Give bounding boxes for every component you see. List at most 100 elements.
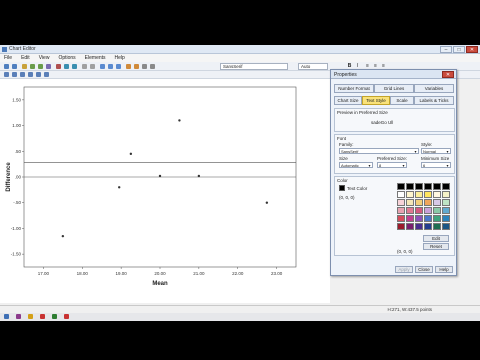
color-swatch-0[interactable] xyxy=(397,183,405,190)
reference-line-icon[interactable] xyxy=(100,64,105,69)
color-swatch-21[interactable] xyxy=(424,207,432,214)
chart-type-icon[interactable] xyxy=(4,72,9,77)
menu-options[interactable]: Options xyxy=(58,55,75,61)
undo-icon[interactable] xyxy=(4,64,9,69)
chrome-icon[interactable] xyxy=(64,314,69,319)
yaxis-icon[interactable] xyxy=(38,64,43,69)
color-swatch-1[interactable] xyxy=(406,183,414,190)
color-swatch-15[interactable] xyxy=(424,199,432,206)
color-swatch-16[interactable] xyxy=(433,199,441,206)
bar-chart-icon[interactable] xyxy=(12,72,17,77)
color-swatch-3[interactable] xyxy=(424,183,432,190)
color-swatch-23[interactable] xyxy=(442,207,450,214)
xaxis-icon[interactable] xyxy=(30,64,35,69)
properties-icon[interactable] xyxy=(142,64,147,69)
tab-scale[interactable]: Scale xyxy=(390,96,414,105)
color-swatch-12[interactable] xyxy=(397,199,405,206)
color-swatch-17[interactable] xyxy=(442,199,450,206)
close-dialog-button[interactable]: Close xyxy=(415,266,433,273)
scatter-chart-icon[interactable] xyxy=(44,72,49,77)
redo-icon[interactable] xyxy=(12,64,17,69)
area-chart-icon[interactable] xyxy=(28,72,33,77)
tab-grid-lines[interactable]: Grid Lines xyxy=(374,84,414,93)
menu-file[interactable]: File xyxy=(4,55,12,61)
color-swatch-5[interactable] xyxy=(442,183,450,190)
line-chart-icon[interactable] xyxy=(20,72,25,77)
transpose-icon[interactable] xyxy=(126,64,131,69)
tab-number-format[interactable]: Number Format xyxy=(334,84,374,93)
title-icon[interactable] xyxy=(72,64,77,69)
color-swatch-20[interactable] xyxy=(415,207,423,214)
color-swatch-24[interactable] xyxy=(397,215,405,222)
maximize-button[interactable]: □ xyxy=(453,46,465,53)
color-swatch-8[interactable] xyxy=(415,191,423,198)
color-swatch-19[interactable] xyxy=(406,207,414,214)
color-swatch-9[interactable] xyxy=(424,191,432,198)
font-family-select[interactable]: SansSerif xyxy=(220,63,288,70)
chart-canvas[interactable]: 17.00 18.00 19.00 20.00 21.00 22.00 23.00 1.50 1… xyxy=(0,79,330,303)
scale-icon[interactable] xyxy=(46,64,51,69)
folder-icon[interactable] xyxy=(28,314,33,319)
size-value: Automatic xyxy=(341,163,359,168)
start-icon[interactable] xyxy=(4,314,9,319)
close-button[interactable]: ✕ xyxy=(466,46,478,53)
edit-color-button[interactable]: Edit xyxy=(423,235,449,242)
apply-button[interactable]: Apply xyxy=(395,266,413,273)
hide-icon[interactable] xyxy=(150,64,155,69)
minimum-size-select[interactable]: 6 ▾ xyxy=(421,162,451,168)
textbox-icon[interactable] xyxy=(82,64,87,69)
color-swatch-29[interactable] xyxy=(442,215,450,222)
data-labels-icon[interactable] xyxy=(56,64,61,69)
color-swatch-13[interactable] xyxy=(406,199,414,206)
status-info: H:271, W:437.5 points xyxy=(387,307,432,312)
menu-edit[interactable]: Edit xyxy=(21,55,30,61)
color-swatch-22[interactable] xyxy=(433,207,441,214)
reset-color-button[interactable]: Reset xyxy=(423,243,449,250)
menu-help[interactable]: Help xyxy=(115,55,125,61)
minimize-button[interactable]: – xyxy=(440,46,452,53)
color-swatch-35[interactable] xyxy=(442,223,450,230)
tab-text-style[interactable]: Text Style xyxy=(362,96,390,105)
excel-icon[interactable] xyxy=(52,314,57,319)
color-palette[interactable] xyxy=(397,183,450,230)
color-swatch-32[interactable] xyxy=(415,223,423,230)
tab-variables[interactable]: Variables xyxy=(414,84,454,93)
color-swatch-27[interactable] xyxy=(424,215,432,222)
legend-icon[interactable] xyxy=(64,64,69,69)
menu-elements[interactable]: Elements xyxy=(85,55,106,61)
color-swatch-2[interactable] xyxy=(415,183,423,190)
size-select[interactable]: Automatic ▾ xyxy=(339,162,373,168)
explode-icon[interactable] xyxy=(134,64,139,69)
color-swatch-26[interactable] xyxy=(415,215,423,222)
color-swatch-31[interactable] xyxy=(406,223,414,230)
pie-chart-icon[interactable] xyxy=(36,72,41,77)
spss-icon[interactable] xyxy=(40,314,45,319)
tab-labels-ticks[interactable]: Labels & Ticks xyxy=(414,96,454,105)
family-select[interactable]: SansSerif ▾ xyxy=(339,148,419,154)
style-select[interactable]: Normal ▾ xyxy=(421,148,451,154)
color-swatch-18[interactable] xyxy=(397,207,405,214)
vs-icon[interactable] xyxy=(16,314,21,319)
color-swatch-4[interactable] xyxy=(433,183,441,190)
color-swatch-10[interactable] xyxy=(433,191,441,198)
color-swatch-28[interactable] xyxy=(433,215,441,222)
fit-line-icon[interactable] xyxy=(108,64,113,69)
color-swatch-11[interactable] xyxy=(442,191,450,198)
preferred-size-select[interactable]: 8 ▾ xyxy=(377,162,407,168)
font-size-select[interactable]: Auto xyxy=(298,63,328,70)
color-swatch-14[interactable] xyxy=(415,199,423,206)
menu-view[interactable]: View xyxy=(39,55,50,61)
text-color-swatch[interactable] xyxy=(339,185,345,191)
interpolation-line-icon[interactable] xyxy=(116,64,121,69)
tab-chart-size[interactable]: Chart Size xyxy=(334,96,362,105)
color-swatch-34[interactable] xyxy=(433,223,441,230)
color-swatch-25[interactable] xyxy=(406,215,414,222)
color-swatch-6[interactable] xyxy=(397,191,405,198)
color-swatch-30[interactable] xyxy=(397,223,405,230)
properties-close-button[interactable]: ✕ xyxy=(442,71,454,78)
help-button[interactable]: Help xyxy=(435,266,453,273)
color-swatch-33[interactable] xyxy=(424,223,432,230)
footnote-icon[interactable] xyxy=(90,64,95,69)
color-swatch-7[interactable] xyxy=(406,191,414,198)
select-icon[interactable] xyxy=(22,64,27,69)
